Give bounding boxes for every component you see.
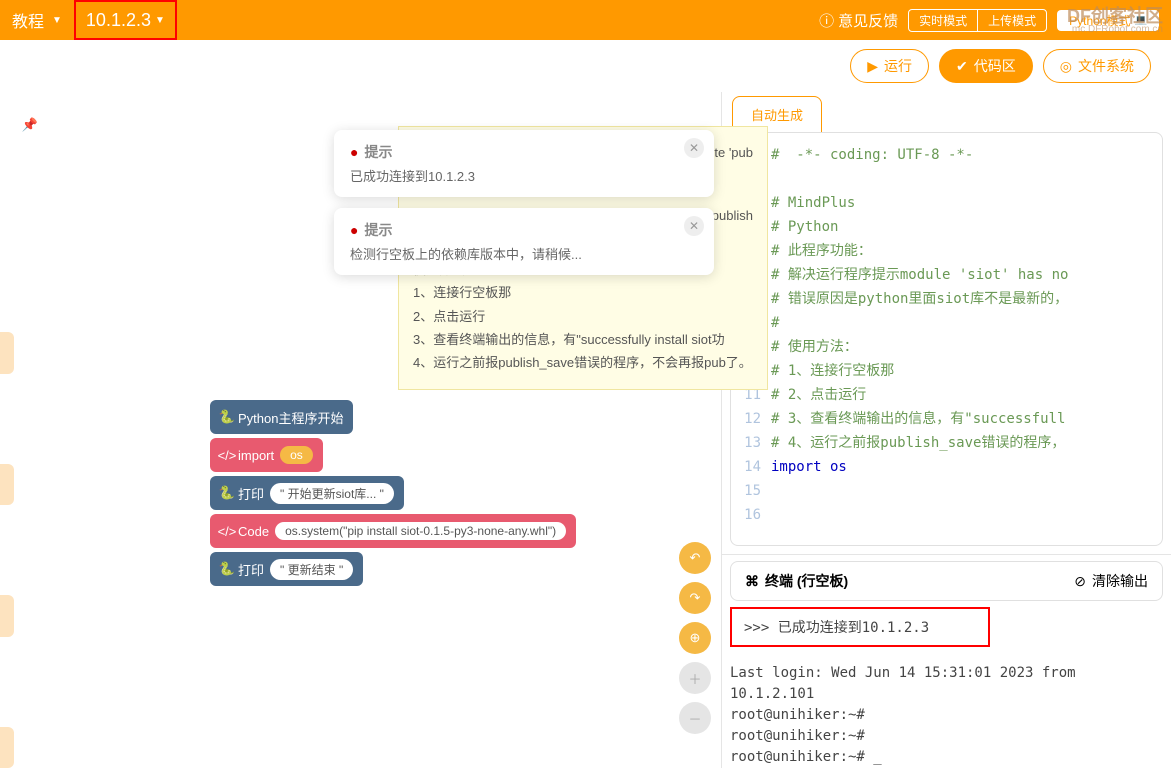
terminal-panel: ⌘ 终端 (行空板) ⊘ 清除输出 >>> 已成功连接到10.1.2.3 Las…: [722, 554, 1171, 768]
block-pill[interactable]: " 开始更新siot库... ": [270, 483, 394, 504]
code-line: 16: [731, 503, 1162, 527]
terminal-highlighted-line: >>> 已成功连接到10.1.2.3: [730, 607, 990, 647]
redo-icon[interactable]: ↷: [679, 582, 711, 614]
chevron-down-icon: ▼: [52, 15, 62, 26]
block-label: 打印: [238, 484, 264, 503]
tutorial-dropdown[interactable]: 教程: [12, 8, 44, 32]
code-area-button[interactable]: ✔ 代码区: [939, 49, 1033, 83]
code-line: 10# 1、连接行空板那: [731, 359, 1162, 383]
code-line: 5# 此程序功能：: [731, 239, 1162, 263]
code-line: 6# 解决运行程序提示module 'siot' has no: [731, 263, 1162, 287]
note-line-1: 1、连接行空板那: [413, 281, 753, 304]
question-icon: ⓘ: [819, 10, 834, 31]
terminal-header: ⌘ 终端 (行空板) ⊘ 清除输出: [730, 561, 1163, 601]
target-icon: ◎: [1060, 58, 1072, 75]
code-line: 14import os: [731, 455, 1162, 479]
code-line: 4# Python: [731, 215, 1162, 239]
block-main-start[interactable]: 🐍 Python主程序开始: [210, 400, 353, 434]
note-line-3: 3、查看终端输出的信息，有"successfully install siot功: [413, 328, 753, 351]
mode-toggle: 实时模式 上传模式: [908, 9, 1047, 32]
watermark-url: mc.DFRobot.com.cn: [1072, 24, 1163, 35]
block-label: 打印: [238, 560, 264, 579]
code-area-label: 代码区: [974, 56, 1016, 76]
code-blocks: 🐍 Python主程序开始 </> import os 🐍 打印 " 开始更新s…: [210, 400, 576, 590]
code-line: 7# 错误原因是python里面siot库不是最新的，: [731, 287, 1162, 311]
toast-connected: ✕ 提示 已成功连接到10.1.2.3: [334, 130, 714, 197]
code-editor[interactable]: 1# -*- coding: UTF-8 -*-23# MindPlus4# P…: [730, 132, 1163, 546]
code-line: 15: [731, 479, 1162, 503]
clear-icon: ⊘: [1074, 573, 1086, 590]
left-sidebar: [0, 92, 14, 768]
check-icon: ✔: [956, 58, 968, 75]
sidebar-tab-3[interactable]: [0, 595, 14, 637]
filesystem-label: 文件系统: [1078, 56, 1134, 76]
close-icon[interactable]: ✕: [684, 216, 704, 236]
ip-address-selector[interactable]: 10.1.2.3 ▼: [74, 0, 177, 40]
chevron-down-icon: ▼: [155, 15, 165, 26]
toast-title: 提示: [350, 220, 698, 240]
block-pill[interactable]: " 更新结束 ": [270, 559, 353, 580]
center-icon[interactable]: ⊕: [679, 622, 711, 654]
run-label: 运行: [884, 56, 912, 76]
block-label: Python主程序开始: [238, 408, 343, 427]
pin-column: 📌: [14, 92, 46, 768]
zoom-out-icon[interactable]: －: [679, 702, 711, 734]
block-print-2[interactable]: 🐍 打印 " 更新结束 ": [210, 552, 363, 586]
block-label: import: [238, 448, 274, 463]
undo-icon[interactable]: ↶: [679, 542, 711, 574]
feedback-link[interactable]: ⓘ 意见反馈: [819, 10, 898, 31]
python-icon: 🐍: [216, 485, 238, 501]
block-import[interactable]: </> import os: [210, 438, 323, 472]
sidebar-tab-4[interactable]: [0, 727, 14, 769]
block-code[interactable]: </> Code os.system("pip install siot-0.1…: [210, 514, 576, 548]
sidebar-tab-2[interactable]: [0, 464, 14, 506]
terminal-output: Last login: Wed Jun 14 15:31:01 2023 fro…: [730, 663, 1163, 768]
code-line: 11# 2、点击运行: [731, 383, 1162, 407]
play-icon: ▶: [867, 58, 878, 75]
toast-body: 检测行空板上的依赖库版本中，请稍候...: [350, 244, 698, 263]
code-line: 8#: [731, 311, 1162, 335]
upload-mode-button[interactable]: 上传模式: [978, 10, 1046, 31]
code-icon: </>: [216, 524, 238, 539]
code-line: 13# 4、运行之前报publish_save错误的程序，: [731, 431, 1162, 455]
feedback-label: 意见反馈: [838, 10, 898, 31]
toast-checking: ✕ 提示 检测行空板上的依赖库版本中，请稍候...: [334, 208, 714, 275]
close-icon[interactable]: ✕: [684, 138, 704, 158]
toast-title: 提示: [350, 142, 698, 162]
canvas-controls: ↶ ↷ ⊕ ＋ －: [679, 542, 711, 734]
terminal-body[interactable]: >>> 已成功连接到10.1.2.3 Last login: Wed Jun 1…: [730, 607, 1163, 768]
block-pill[interactable]: os.system("pip install siot-0.1.5-py3-no…: [275, 522, 566, 540]
terminal-icon: ⌘: [745, 573, 759, 590]
header-bar: 教程 ▼ 10.1.2.3 ▼ ⓘ 意见反馈 实时模式 上传模式 Python模…: [0, 0, 1171, 40]
block-pill[interactable]: os: [280, 446, 313, 464]
code-line: 1# -*- coding: UTF-8 -*-: [731, 143, 1162, 167]
sidebar-tab-1[interactable]: [0, 332, 14, 374]
code-line: 9# 使用方法：: [731, 335, 1162, 359]
block-label: Code: [238, 524, 269, 539]
toast-body: 已成功连接到10.1.2.3: [350, 166, 698, 185]
note-line-2: 2、点击运行: [413, 305, 753, 328]
clear-label: 清除输出: [1092, 571, 1148, 591]
note-line-4: 4、运行之前报publish_save错误的程序，不会再报pub了。: [413, 351, 753, 374]
pin-icon[interactable]: 📌: [22, 117, 38, 132]
filesystem-button[interactable]: ◎ 文件系统: [1043, 49, 1151, 83]
right-panel: 自动生成 1# -*- coding: UTF-8 -*-23# MindPlu…: [721, 92, 1171, 768]
block-canvas[interactable]: ute 'pub 错 >publish 使用方法: 1、连接行空板那 2、点击运…: [46, 92, 721, 768]
realtime-mode-button[interactable]: 实时模式: [909, 10, 978, 31]
action-bar: ▶ 运行 ✔ 代码区 ◎ 文件系统: [0, 40, 1171, 92]
code-line: 3# MindPlus: [731, 191, 1162, 215]
zoom-in-icon[interactable]: ＋: [679, 662, 711, 694]
block-print-1[interactable]: 🐍 打印 " 开始更新siot库... ": [210, 476, 404, 510]
ip-address-text: 10.1.2.3: [86, 10, 151, 31]
python-icon: 🐍: [216, 409, 238, 425]
terminal-title: 终端 (行空板): [765, 571, 848, 591]
code-line: 12# 3、查看终端输出的信息，有"successfull: [731, 407, 1162, 431]
run-button[interactable]: ▶ 运行: [850, 49, 929, 83]
code-line: 2: [731, 167, 1162, 191]
code-icon: </>: [216, 448, 238, 463]
python-icon: 🐍: [216, 561, 238, 577]
clear-output-button[interactable]: ⊘ 清除输出: [1074, 571, 1148, 591]
